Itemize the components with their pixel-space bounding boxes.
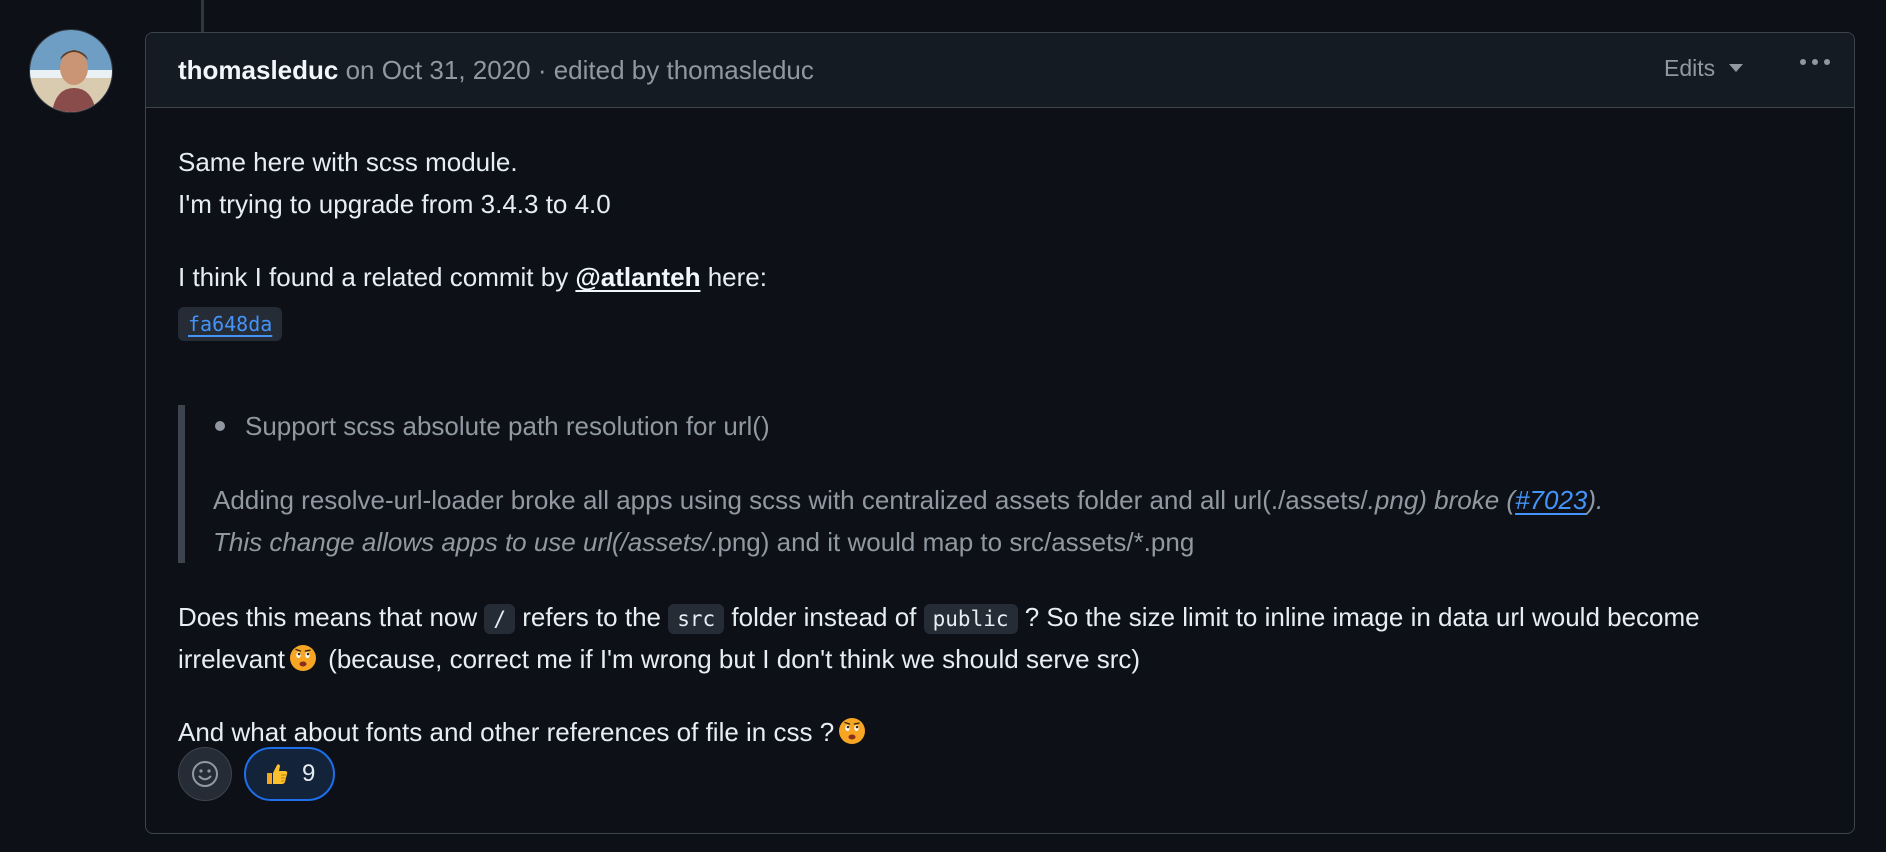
thinking-face-emoji bbox=[839, 718, 866, 744]
reactions-bar: 9 bbox=[178, 747, 336, 801]
thumbs-up-emoji bbox=[267, 764, 288, 784]
add-reaction-button[interactable] bbox=[178, 747, 232, 801]
comment-header: thomasleduc on Oct 31, 2020 · edited by … bbox=[146, 33, 1854, 108]
body-line-2: I'm trying to upgrade from 3.4.3 to 4.0 bbox=[178, 189, 611, 219]
inline-code-slash: / bbox=[484, 604, 516, 634]
comment-card: thomasleduc on Oct 31, 2020 · edited by … bbox=[145, 32, 1855, 834]
bullet-icon bbox=[215, 421, 225, 431]
inline-code-src: src bbox=[668, 604, 725, 634]
quote-line-2: This change allows apps to use url(/asse… bbox=[213, 527, 1195, 557]
kebab-icon[interactable] bbox=[1796, 55, 1834, 69]
quote-line-1: Adding resolve-url-loader broke all apps… bbox=[213, 485, 1604, 515]
blockquote: Support scss absolute path resolution fo… bbox=[178, 405, 1785, 563]
timeline-line bbox=[201, 0, 204, 32]
caret-down-icon bbox=[1729, 64, 1744, 72]
inline-code-public: public bbox=[923, 604, 1018, 634]
smiley-icon bbox=[192, 761, 218, 787]
reaction-count: 9 bbox=[302, 760, 316, 787]
body-paragraph-3: Does this means that now / refers to the… bbox=[178, 602, 1700, 634]
comment-meta: thomasleduc on Oct 31, 2020 · edited by … bbox=[178, 53, 814, 87]
body-paragraph-3-cont: irrelevant (because, correct me if I'm w… bbox=[178, 644, 1141, 674]
author-link[interactable]: thomasleduc bbox=[178, 55, 338, 85]
body-paragraph-2: I think I found a related commit by @atl… bbox=[178, 262, 767, 292]
timestamp-text[interactable]: on Oct 31, 2020 · edited by thomasleduc bbox=[338, 55, 814, 85]
commit-link[interactable]: fa648da bbox=[178, 307, 283, 341]
edits-label: Edits bbox=[1664, 55, 1716, 81]
mention-link[interactable]: @atlanteh bbox=[575, 262, 700, 292]
commit-row: fa648da bbox=[178, 301, 283, 343]
body-line-1: Same here with scss module. bbox=[178, 147, 518, 177]
avatar[interactable] bbox=[30, 30, 112, 112]
thumbs-up-reaction-button[interactable]: 9 bbox=[244, 747, 336, 801]
quote-list-item: Support scss absolute path resolution fo… bbox=[215, 405, 770, 447]
issue-link[interactable]: #7023 bbox=[1515, 485, 1587, 515]
edits-dropdown[interactable]: Edits bbox=[1664, 53, 1744, 83]
thinking-face-emoji bbox=[289, 645, 316, 671]
